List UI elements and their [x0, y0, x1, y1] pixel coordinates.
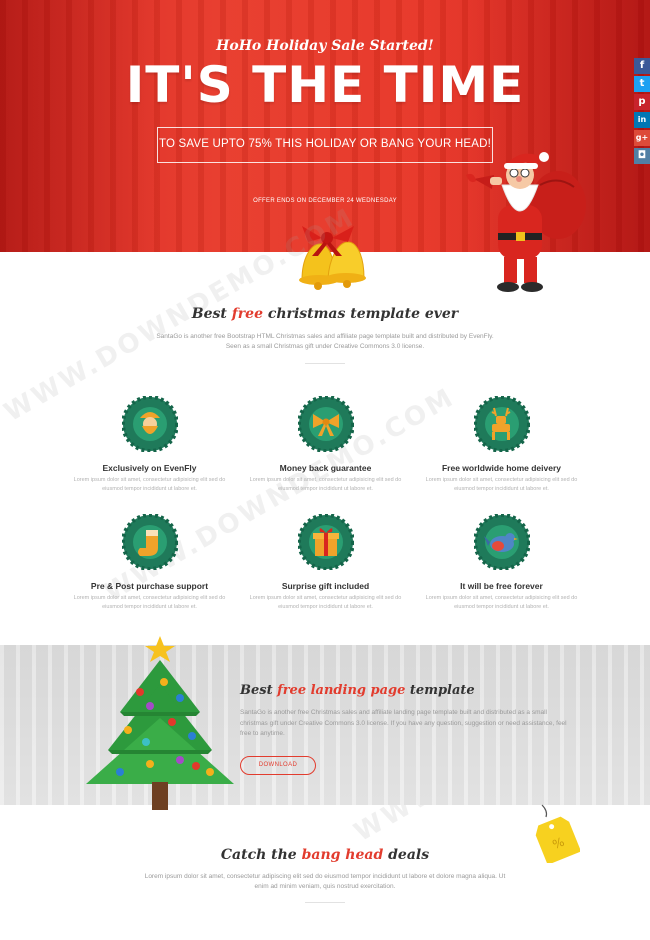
section-divider — [305, 902, 345, 903]
title-post: christmas template ever — [262, 306, 459, 322]
section-divider — [305, 363, 345, 364]
title-post: template — [405, 683, 475, 698]
bird-icon — [472, 513, 531, 571]
feature-title: Surprise gift included — [281, 581, 370, 591]
feature-card: Exclusively on EvenFly Lorem ipsum dolor… — [62, 395, 237, 494]
reindeer-icon — [472, 395, 531, 453]
title-post: deals — [383, 847, 430, 863]
twitter-icon[interactable]: t — [634, 76, 650, 92]
landing-section-title: Best free landing page template — [240, 683, 475, 698]
title-accent: free — [231, 306, 263, 322]
feature-description: Lorem ipsum dolor sit amet, consectetur … — [425, 477, 578, 492]
social-share-bar: f t p in g+ ◘ — [634, 58, 650, 166]
feature-title: Money back guarantee — [279, 463, 372, 473]
bow-icon — [296, 395, 355, 453]
features-section-title: Best free christmas template ever — [0, 306, 650, 322]
googleplus-icon[interactable]: g+ — [634, 130, 650, 146]
feature-card: Pre & Post purchase support Lorem ipsum … — [62, 513, 237, 612]
feature-title: Pre & Post purchase support — [90, 581, 209, 591]
title-accent: free landing page — [277, 683, 406, 698]
feature-card: Money back guarantee Lorem ipsum dolor s… — [238, 395, 413, 494]
feature-title: It will be free forever — [460, 581, 543, 591]
deals-section-title: Catch the bang head deals — [0, 847, 650, 863]
feature-card: Surprise gift included Lorem ipsum dolor… — [238, 513, 413, 612]
title-pre: Best — [240, 683, 278, 698]
facebook-icon[interactable]: f — [634, 58, 650, 74]
hero-title: IT'S THE TIME — [125, 56, 525, 114]
feature-title: Free worldwide home deivery — [441, 463, 562, 473]
christmas-tree-illustration — [86, 636, 234, 810]
gift-icon — [296, 513, 355, 571]
pinterest-icon[interactable]: p — [634, 94, 650, 110]
feature-description: Lorem ipsum dolor sit amet, consectetur … — [249, 595, 402, 610]
instagram-icon[interactable]: ◘ — [634, 148, 650, 164]
download-button[interactable]: DOWNLOAD — [240, 756, 316, 775]
feature-card: Free worldwide home deivery Lorem ipsum … — [414, 395, 589, 494]
hero-kicker: HoHo Holiday Sale Started! — [216, 38, 434, 54]
stocking-icon — [120, 513, 179, 571]
feature-description: Lorem ipsum dolor sit amet, consectetur … — [425, 595, 578, 610]
santa-illustration — [466, 152, 586, 292]
deals-section-description: Lorem ipsum dolor sit amet, consectetur … — [144, 873, 506, 890]
feature-description: Lorem ipsum dolor sit amet, consectetur … — [73, 477, 226, 492]
feature-title: Exclusively on EvenFly — [102, 463, 197, 473]
title-pre: Catch the — [220, 847, 302, 863]
title-accent: bang head — [301, 847, 384, 863]
features-section-description: SantaGo is another free Bootstrap HTML C… — [156, 333, 494, 350]
linkedin-icon[interactable]: in — [634, 112, 650, 128]
feature-description: Lorem ipsum dolor sit amet, consectetur … — [249, 477, 402, 492]
feature-description: Lorem ipsum dolor sit amet, consectetur … — [73, 595, 226, 610]
landing-section-description: SantaGo is another free Christmas sales … — [240, 709, 567, 737]
santa-face-icon — [120, 395, 179, 453]
hero-promo-box[interactable]: TO SAVE UPTO 75% THIS HOLIDAY OR BANG YO… — [157, 127, 493, 163]
title-pre: Best — [191, 306, 232, 322]
feature-card: It will be free forever Lorem ipsum dolo… — [414, 513, 589, 612]
